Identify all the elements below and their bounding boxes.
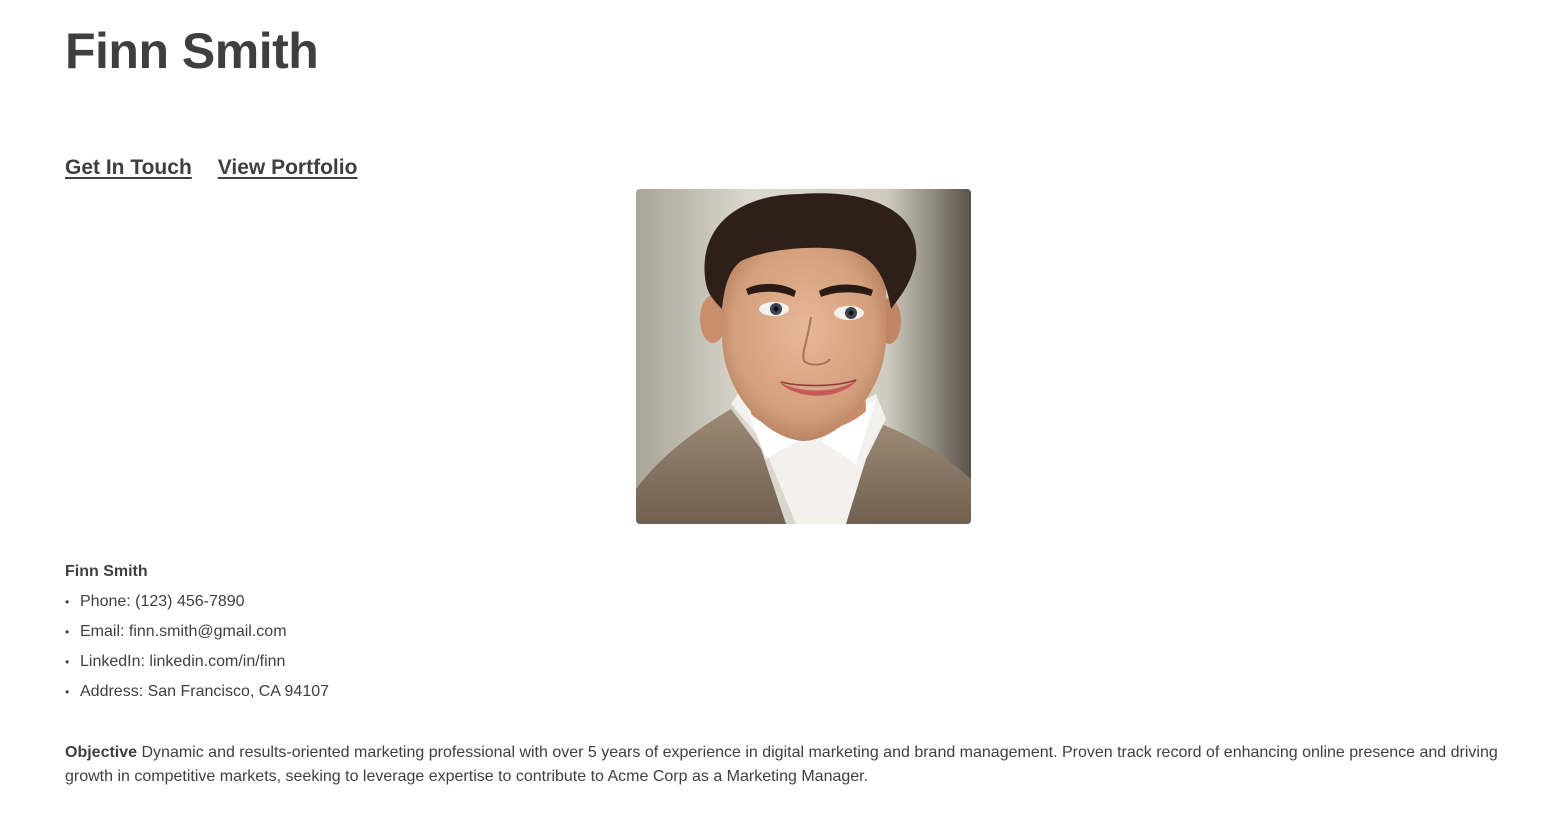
page-title: Finn Smith: [65, 23, 319, 79]
bullet-icon: •: [65, 655, 70, 669]
bullet-icon: •: [65, 625, 70, 639]
contact-address: Address: San Francisco, CA 94107: [80, 683, 330, 700]
objective-label: Objective: [65, 744, 138, 761]
profile-photo: [636, 189, 971, 524]
contact-name: Finn Smith: [65, 563, 148, 580]
portrait-image: [636, 189, 971, 524]
contact-item-address: • Address: San Francisco, CA 94107: [65, 681, 329, 711]
view-portfolio-link[interactable]: View Portfolio: [218, 154, 358, 182]
bullet-icon: •: [65, 595, 70, 609]
contact-section: Finn Smith • Phone: (123) 456-7890 • Ema…: [65, 561, 329, 711]
contact-item-phone: • Phone: (123) 456-7890: [65, 591, 329, 621]
objective-section: Objective Dynamic and results-oriented m…: [65, 741, 1535, 789]
contact-list: • Phone: (123) 456-7890 • Email: finn.sm…: [65, 591, 329, 711]
action-links: Get In Touch View Portfolio: [65, 154, 357, 182]
contact-item-email: • Email: finn.smith@gmail.com: [65, 621, 329, 651]
objective-text: Dynamic and results-oriented marketing p…: [65, 744, 1498, 785]
bullet-icon: •: [65, 685, 70, 699]
contact-phone: Phone: (123) 456-7890: [80, 593, 245, 610]
contact-linkedin: LinkedIn: linkedin.com/in/finn: [80, 653, 286, 670]
contact-item-linkedin: • LinkedIn: linkedin.com/in/finn: [65, 651, 329, 681]
get-in-touch-link[interactable]: Get In Touch: [65, 154, 192, 182]
contact-email: Email: finn.smith@gmail.com: [80, 623, 287, 640]
resume-page: Finn Smith Get In Touch View Portfolio F…: [0, 0, 1550, 826]
